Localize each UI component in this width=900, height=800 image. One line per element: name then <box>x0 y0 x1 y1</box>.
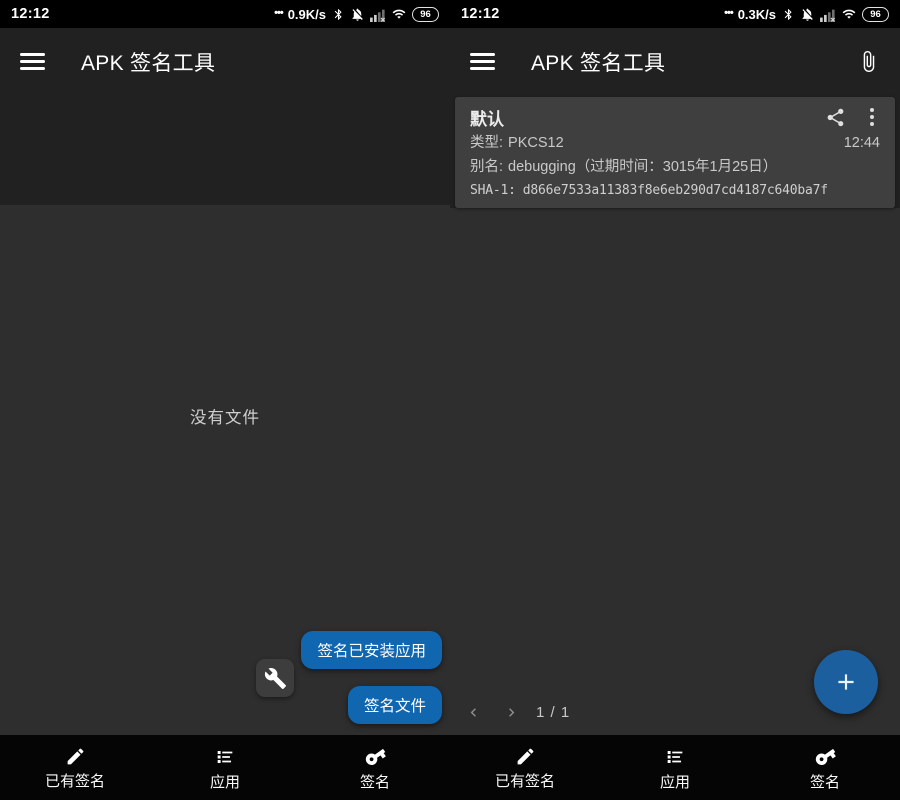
nav-label: 应用 <box>210 771 240 792</box>
nav-label: 签名 <box>810 771 840 792</box>
nav-label: 已有签名 <box>495 770 555 791</box>
list-icon <box>214 746 236 768</box>
list-icon <box>664 746 686 768</box>
keystore-alias-row: 别名: debugging（过期时间：3015年1月25日） <box>470 158 880 177</box>
sign-installed-app-button[interactable]: 签名已安装应用 <box>301 631 442 669</box>
add-keystore-fab[interactable] <box>814 650 878 714</box>
battery-indicator: 96 <box>412 7 439 22</box>
key-icon <box>809 740 841 772</box>
share-icon <box>825 107 846 128</box>
nav-label: 应用 <box>660 771 690 792</box>
nav-tab-apps[interactable]: 应用 <box>600 735 750 800</box>
overflow-menu-button[interactable] <box>864 108 880 126</box>
nav-label: 签名 <box>360 771 390 792</box>
wifi-icon <box>841 7 857 21</box>
battery-percent: 96 <box>420 9 431 20</box>
page-indicator: 1 / 1 <box>536 704 570 721</box>
menu-button[interactable] <box>470 53 495 70</box>
pencil-icon <box>65 746 86 767</box>
keystore-sha1-row: SHA-1: d866e7533a11383f8e6eb290d7cd4187c… <box>470 183 880 198</box>
cellular-signal-icon <box>370 7 386 22</box>
type-label: 类型: <box>470 134 503 153</box>
attach-file-button[interactable] <box>857 50 880 73</box>
dual-phone-screenshot: 12:12 ••• 0.9K/s <box>0 0 900 800</box>
cellular-signal-icon <box>820 7 836 22</box>
sha1-value: d866e7533a11383f8e6eb290d7cd4187c640ba7f <box>523 183 828 198</box>
bottom-nav-right: 已有签名 应用 签名 <box>450 735 900 800</box>
alias-label: 别名: <box>470 158 503 177</box>
screen-right: 12:12 ••• 0.3K/s <box>450 0 900 800</box>
toolbar-area: APK 签名工具 默认 <box>450 28 900 208</box>
sign-file-button[interactable]: 签名文件 <box>348 686 442 724</box>
keystore-time: 12:44 <box>844 134 880 153</box>
battery-percent: 96 <box>870 9 881 20</box>
bluetooth-icon <box>332 7 345 22</box>
status-icons: ••• 0.9K/s <box>274 7 439 22</box>
nav-tab-sign[interactable]: 签名 <box>300 735 450 800</box>
status-icons: ••• 0.3K/s <box>724 7 889 22</box>
type-value: PKCS12 <box>508 134 564 153</box>
wifi-icon <box>391 7 407 21</box>
status-bar-right: 12:12 ••• 0.3K/s <box>450 0 900 28</box>
menu-button[interactable] <box>20 53 45 70</box>
screen-left: 12:12 ••• 0.9K/s <box>0 0 450 800</box>
notifications-muted-icon <box>800 7 815 22</box>
chevron-right-icon <box>503 704 520 721</box>
keystore-card-header: 默认 <box>470 105 880 129</box>
status-time: 12:12 <box>11 6 50 22</box>
nav-tab-apps[interactable]: 应用 <box>150 735 300 800</box>
keystore-type-row: 类型: PKCS12 12:44 <box>470 134 880 153</box>
nav-tab-existing-signatures[interactable]: 已有签名 <box>450 735 600 800</box>
empty-state-text: 没有文件 <box>0 404 450 428</box>
pagination: 1 / 1 <box>460 698 570 726</box>
previous-page-button[interactable] <box>460 699 486 725</box>
paperclip-icon <box>857 50 880 73</box>
status-bar-left: 12:12 ••• 0.9K/s <box>0 0 450 28</box>
nav-label: 已有签名 <box>45 770 105 791</box>
network-activity-dots: ••• <box>724 7 733 19</box>
sha1-label: SHA-1: <box>470 183 516 198</box>
keystore-name: 默认 <box>470 105 823 130</box>
key-icon <box>359 740 391 772</box>
bluetooth-icon <box>782 7 795 22</box>
next-page-button[interactable] <box>498 699 524 725</box>
network-speed: 0.9K/s <box>288 7 326 22</box>
app-title: APK 签名工具 <box>531 47 665 77</box>
status-time: 12:12 <box>461 6 500 22</box>
battery-indicator: 96 <box>862 7 889 22</box>
toolbar-area: APK 签名工具 <box>0 28 450 205</box>
app-title: APK 签名工具 <box>81 47 215 77</box>
plus-icon <box>833 669 859 695</box>
chevron-left-icon <box>465 704 482 721</box>
app-bar-left: APK 签名工具 <box>0 28 450 95</box>
tools-fab-button[interactable] <box>256 659 294 697</box>
nav-tab-existing-signatures[interactable]: 已有签名 <box>0 735 150 800</box>
app-bar-right: APK 签名工具 <box>450 28 900 95</box>
network-speed: 0.3K/s <box>738 7 776 22</box>
keystore-card[interactable]: 默认 类型: PKCS12 12:44 别名: debugging（过期时间：3 <box>455 97 895 208</box>
alias-value: debugging（过期时间：3015年1月25日） <box>508 158 777 177</box>
share-button[interactable] <box>823 105 848 130</box>
bottom-nav-left: 已有签名 应用 签名 <box>0 735 450 800</box>
nav-tab-sign[interactable]: 签名 <box>750 735 900 800</box>
network-activity-dots: ••• <box>274 7 283 19</box>
pencil-icon <box>515 746 536 767</box>
wrench-icon <box>264 667 287 690</box>
notifications-muted-icon <box>350 7 365 22</box>
